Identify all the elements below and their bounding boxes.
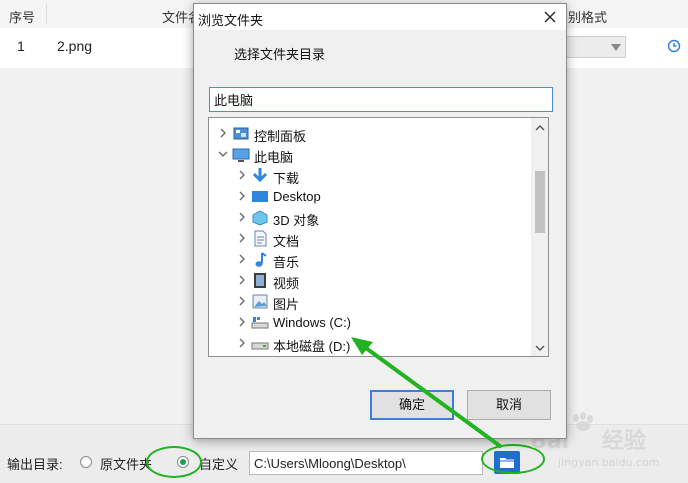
annotation-arrow (351, 337, 502, 448)
